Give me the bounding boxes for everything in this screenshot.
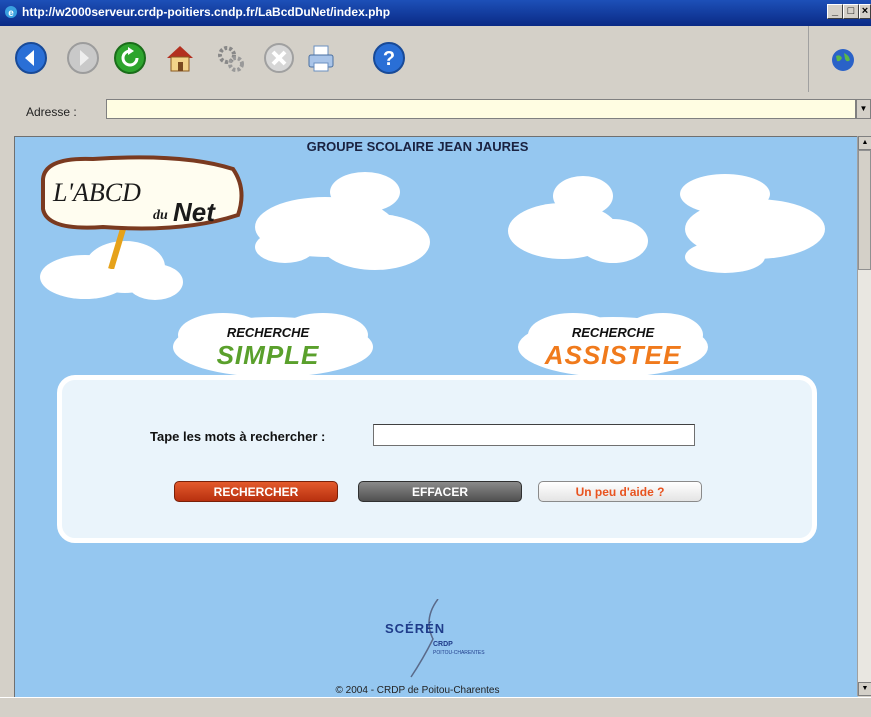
tab-assistee-bottom-label: ASSISTEE [544,340,682,370]
search-panel: Tape les mots à rechercher : RECHERCHER … [57,375,817,543]
back-arrow-icon[interactable] [14,41,48,75]
scroll-down-arrow-icon[interactable]: ▼ [858,682,871,696]
tab-recherche-simple[interactable]: RECHERCHE SIMPLE [163,305,383,383]
stop-icon[interactable] [262,41,296,75]
scroll-thumb[interactable] [858,150,871,270]
search-button[interactable]: RECHERCHER [174,481,338,502]
sceren-swoosh-icon [410,599,439,678]
tab-assistee-top-label: RECHERCHE [571,325,655,340]
address-input[interactable] [106,99,856,119]
sceren-crdp: CRDP [433,641,453,648]
browser-throbber [808,26,871,92]
refresh-icon[interactable] [113,41,147,75]
sceren-crdp-logo[interactable]: SCÉRÉN CRDP POITOU-CHARENTES [383,599,503,679]
home-icon[interactable] [163,41,197,75]
page-viewport: GROUPE SCOLAIRE JEAN JAURES L'ABCD du Ne… [14,136,858,697]
window-title: http://w2000serveur.crdp-poitiers.cndp.f… [22,5,391,19]
forward-arrow-icon[interactable] [66,41,100,75]
svg-text:e: e [8,8,14,19]
cloud-decoration [680,174,825,273]
vertical-scrollbar[interactable]: ▲ ▼ [857,136,871,696]
abcd-du-net-logo: L'ABCD du Net [41,155,244,269]
browser-toolbar: ? [0,26,871,93]
search-input[interactable] [373,424,695,446]
help-button[interactable]: Un peu d'aide ? [538,481,702,502]
tab-simple-top-label: RECHERCHE [226,325,310,340]
maximize-button[interactable]: □ [843,4,859,19]
sceren-region: POITOU-CHARENTES [433,650,485,656]
cloud-decoration [255,172,430,270]
address-bar: Adresse : ▼ [0,92,871,134]
cloud-decoration [508,176,648,263]
globe-icon [832,49,854,71]
minimize-button[interactable]: _ [827,4,843,19]
logo-text-net: Net [173,197,216,227]
tab-recherche-assistee[interactable]: RECHERCHE ASSISTEE [513,305,713,383]
close-button[interactable]: × [859,4,871,19]
address-label: Adresse : [26,105,77,119]
gears-icon[interactable] [213,41,247,75]
clear-button[interactable]: EFFACER [358,481,522,502]
logo-text-du: du [153,208,168,223]
copyright-text: © 2004 - CRDP de Poitou-Charentes [335,685,500,696]
logo-text-abcd: L'ABCD [52,178,141,207]
sceren-name: SCÉRÉN [385,621,446,636]
search-label: Tape les mots à rechercher : [150,429,326,444]
tab-simple-bottom-label: SIMPLE [216,340,320,370]
printer-icon[interactable] [304,41,338,75]
svg-text:?: ? [383,48,395,70]
help-icon[interactable]: ? [372,41,406,75]
scroll-up-arrow-icon[interactable]: ▲ [858,136,871,150]
address-dropdown-button[interactable]: ▼ [856,99,871,119]
window-title-bar: e http://w2000serveur.crdp-poitiers.cndp… [0,0,871,26]
ie-icon: e [5,6,17,19]
status-bar [0,697,871,717]
